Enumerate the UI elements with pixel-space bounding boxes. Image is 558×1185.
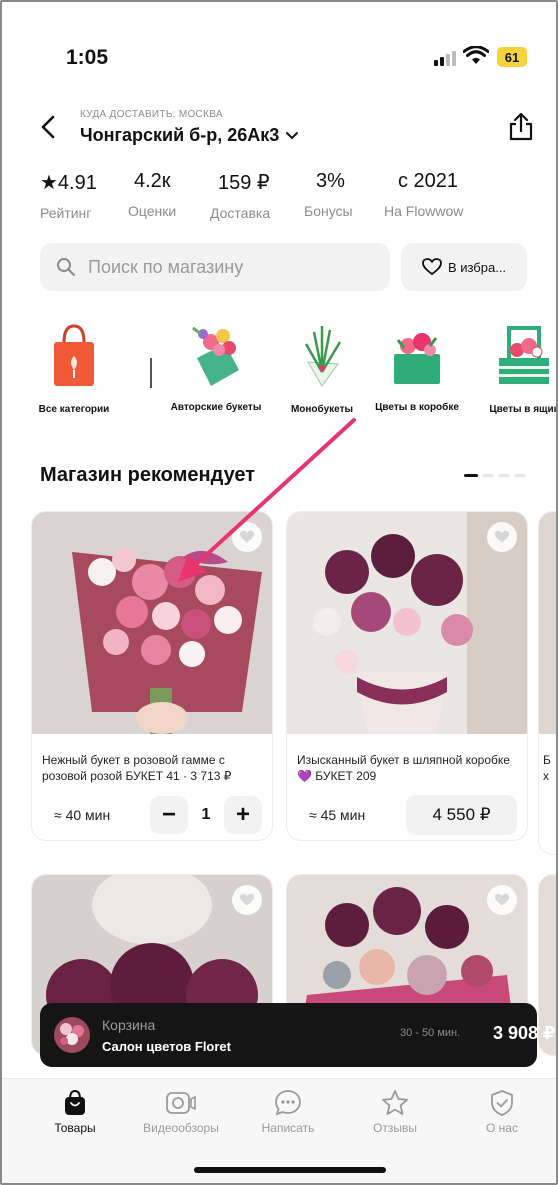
product-photo <box>539 512 556 734</box>
cart-total: 3 908 ₽ <box>493 1023 556 1043</box>
category-separator <box>150 358 152 388</box>
product-card[interactable]: Изысканный букет в шляпной коробке💜 БУКЕ… <box>287 512 527 840</box>
increase-button[interactable]: + <box>224 796 262 834</box>
chevron-down-icon <box>286 131 299 139</box>
back-chevron-icon[interactable] <box>38 114 58 140</box>
favorite-heart-icon[interactable] <box>487 885 517 915</box>
cart-bar[interactable]: Корзина Салон цветов Floret 30 - 50 мин.… <box>40 1003 556 1067</box>
shield-icon <box>457 1089 547 1117</box>
share-icon[interactable] <box>507 112 535 147</box>
app-screen: 1:05 61 КУДА ДОСТАВИТЬ: МОСКВА Чонгарски… <box>0 0 558 1185</box>
favorites-button[interactable]: В избра... <box>401 243 527 291</box>
favorite-heart-icon[interactable] <box>487 522 517 552</box>
address-text: Чонгарский б-р, 26Ак3 <box>80 125 280 145</box>
stat-on-flowwow[interactable]: с 2021 На Flowwow <box>384 170 463 219</box>
category-flowers-in-box[interactable]: Цветы в коробке <box>367 320 467 414</box>
address-selector[interactable]: Чонгарский б-р, 26Ак3 <box>80 125 299 146</box>
home-indicator <box>194 1167 386 1173</box>
search-input[interactable] <box>88 256 358 278</box>
quantity-stepper: − 1 + <box>150 796 262 834</box>
section-title: Магазин рекомендует <box>40 464 256 486</box>
stat-bonuses[interactable]: 3% Бонусы <box>304 170 353 219</box>
cart-label: Корзина <box>102 1017 156 1033</box>
bouquet-icon <box>166 320 266 390</box>
flower-crate-icon <box>474 320 556 390</box>
decrease-button[interactable]: − <box>150 796 188 834</box>
video-icon <box>136 1089 226 1117</box>
add-to-cart-price-button[interactable]: 4 550 ₽ <box>406 795 517 835</box>
product-title: Изысканный букет в шляпной коробке💜 БУКЕ… <box>297 753 510 783</box>
delivery-caption: КУДА ДОСТАВИТЬ: МОСКВА <box>80 109 223 120</box>
cart-delivery-time: 30 - 50 мин. <box>400 1027 461 1039</box>
favorite-heart-icon[interactable] <box>232 522 262 552</box>
flower-box-icon <box>367 320 467 390</box>
greenery-bouquet-icon <box>272 320 372 390</box>
category-flowers-in-crate[interactable]: Цветы в ящик <box>474 320 556 416</box>
stat-reviews-count[interactable]: 4.2к Оценки <box>128 170 176 219</box>
star-icon <box>350 1089 440 1117</box>
status-bar: 1:05 61 <box>2 42 556 76</box>
chat-icon <box>243 1089 333 1117</box>
tab-reviews[interactable]: Отзывы <box>350 1089 440 1135</box>
product-photo <box>32 512 272 734</box>
search-box[interactable] <box>40 243 390 291</box>
quantity-value: 1 <box>201 806 211 823</box>
delivery-eta: ≈ 40 мин <box>54 807 111 823</box>
stat-rating[interactable]: ★4.91 Рейтинг <box>40 170 97 221</box>
wifi-icon <box>462 45 490 71</box>
category-author-bouquets[interactable]: Авторские букеты <box>166 320 266 414</box>
category-all[interactable]: Все категории <box>24 320 124 416</box>
status-time: 1:05 <box>66 46 109 69</box>
product-photo <box>287 512 527 734</box>
favorites-label: В избра... <box>447 259 507 275</box>
delivery-eta: ≈ 45 мин <box>309 807 366 823</box>
product-footer: ≈ 40 мин − 1 + <box>32 790 272 840</box>
product-card-peek[interactable]: Б х <box>539 512 556 854</box>
tab-write[interactable]: Написать <box>243 1089 333 1135</box>
category-monobouquets[interactable]: Монобукеты <box>272 320 372 416</box>
battery-icon: 61 <box>497 47 527 67</box>
cart-thumbnail <box>54 1017 90 1053</box>
favorite-heart-icon[interactable] <box>232 885 262 915</box>
bag-icon <box>30 1089 120 1117</box>
stat-delivery[interactable]: 159 ₽ Доставка <box>210 170 270 221</box>
tab-video-reviews[interactable]: Видеообзоры <box>136 1089 226 1135</box>
search-icon <box>57 258 75 276</box>
tab-about[interactable]: О нас <box>457 1089 547 1135</box>
heart-icon <box>422 258 442 276</box>
carousel-indicator <box>464 474 526 477</box>
product-card[interactable]: Нежный букет в розовой гамме с розовой р… <box>32 512 272 840</box>
category-strip: Все категории Авторские букеты Монобукет… <box>2 320 556 440</box>
cart-shop-name: Салон цветов Floret <box>102 1039 231 1054</box>
tab-products[interactable]: Товары <box>30 1089 120 1135</box>
product-title: Нежный букет в розовой гамме с розовой р… <box>42 753 232 783</box>
shopping-bag-icon <box>24 320 124 390</box>
product-footer: ≈ 45 мин 4 550 ₽ <box>287 790 527 840</box>
signal-icon <box>434 50 456 66</box>
